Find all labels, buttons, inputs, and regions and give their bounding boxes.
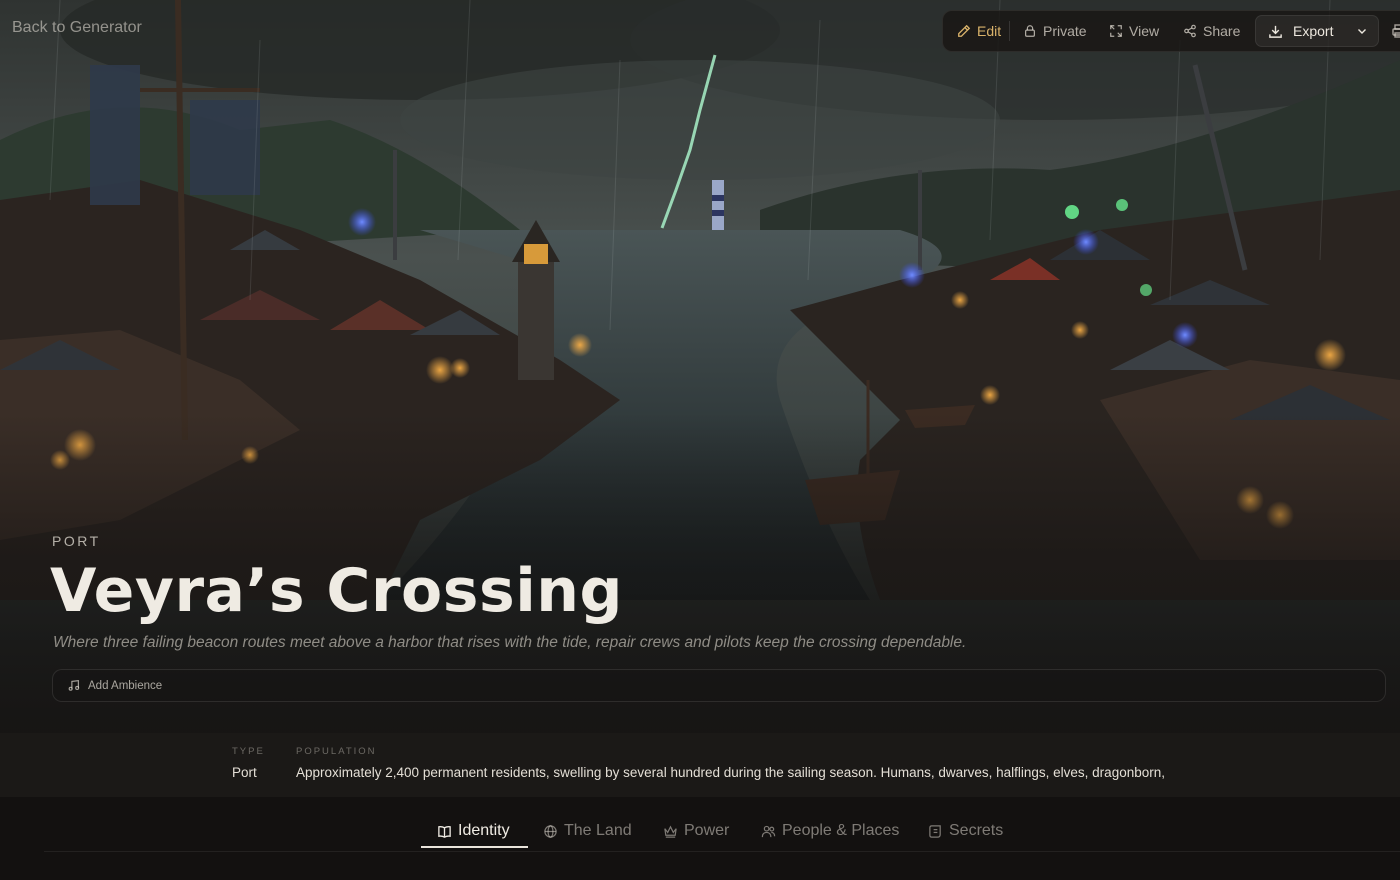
add-ambience-label: Add Ambience [88, 679, 163, 692]
edit-label: Edit [977, 23, 1002, 39]
book-icon [438, 825, 451, 838]
stats-strip: TYPE Port POPULATION Approximately 2,400… [0, 733, 1400, 798]
view-label: View [1129, 23, 1160, 39]
tabs-divider [44, 851, 1400, 852]
export-label: Export [1293, 23, 1334, 39]
add-ambience-button[interactable]: Add Ambience [52, 669, 1386, 702]
tab-secrets[interactable]: Secrets [928, 813, 1003, 849]
share-icon [1184, 24, 1196, 38]
view-button[interactable]: View [1109, 11, 1159, 51]
tab-the-land[interactable]: The Land [543, 813, 632, 849]
share-label: Share [1203, 23, 1241, 39]
section-tabs: Identity The Land Power People & Places … [0, 797, 1400, 880]
tab-power-label: Power [684, 822, 730, 839]
share-button[interactable]: Share [1183, 11, 1240, 51]
private-label: Private [1043, 23, 1087, 39]
population-label: POPULATION [296, 746, 377, 757]
tab-people-places-label: People & Places [782, 822, 900, 839]
private-button[interactable]: Private [1023, 11, 1087, 51]
crown-icon [664, 824, 677, 838]
tab-identity[interactable]: Identity [437, 813, 510, 849]
edit-button[interactable]: Edit [957, 11, 1001, 51]
action-toolbar: Edit Private View Share Export [942, 10, 1400, 52]
hero-banner: Back to Generator Edit Private View Shar… [0, 0, 1400, 733]
music-note-icon [68, 679, 80, 691]
tab-the-land-label: The Land [564, 822, 632, 839]
location-tagline: Where three failing beacon routes meet a… [53, 634, 967, 651]
chevron-down-icon[interactable] [1356, 25, 1368, 37]
scroll-icon [929, 824, 941, 838]
tab-identity-label: Identity [458, 822, 510, 839]
pencil-icon [958, 24, 971, 37]
location-kind: PORT [52, 533, 101, 549]
tab-secrets-label: Secrets [949, 822, 1004, 839]
toolbar-divider [1009, 21, 1010, 41]
globe-icon [544, 824, 557, 838]
expand-icon [1110, 25, 1122, 37]
back-to-generator-link[interactable]: Back to Generator [12, 19, 142, 37]
page-title: Veyra’s Crossing [50, 556, 623, 626]
population-value: Approximately 2,400 permanent residents,… [296, 765, 1165, 780]
type-value: Port [232, 765, 257, 780]
tab-people-places[interactable]: People & Places [761, 813, 899, 849]
type-label: TYPE [232, 746, 265, 757]
export-button[interactable]: Export [1255, 15, 1379, 47]
download-icon [1269, 25, 1282, 38]
users-icon [761, 825, 776, 837]
active-tab-indicator [421, 846, 528, 848]
tab-power[interactable]: Power [663, 813, 729, 849]
printer-icon[interactable] [1391, 23, 1400, 39]
lock-icon [1025, 25, 1035, 37]
